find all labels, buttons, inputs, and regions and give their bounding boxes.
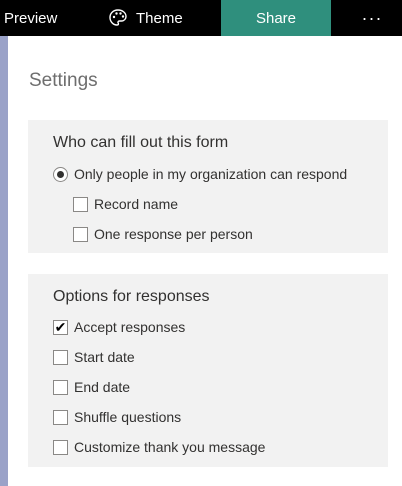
settings-panel: Settings Who can fill out this form Only… — [8, 36, 402, 486]
who-can-fill-section: Who can fill out this form Only people i… — [28, 120, 388, 253]
accept-responses-option[interactable]: ✔ Accept responses — [53, 317, 185, 337]
end-date-checkbox[interactable] — [53, 379, 68, 395]
more-options-icon[interactable]: ··· — [360, 0, 384, 36]
one-response-option[interactable]: One response per person — [73, 224, 253, 244]
record-name-label: Record name — [94, 196, 179, 212]
org-only-radio-option[interactable]: Only people in my organization can respo… — [53, 164, 347, 184]
accept-responses-checkbox[interactable]: ✔ — [53, 319, 68, 335]
preview-button[interactable]: Preview — [4, 0, 57, 36]
shuffle-questions-option[interactable]: Shuffle questions — [53, 407, 181, 427]
record-name-checkbox[interactable] — [73, 196, 88, 212]
share-label: Share — [255, 9, 297, 27]
radio-selected-dot — [57, 170, 64, 178]
start-date-label: Start date — [74, 349, 135, 365]
accept-responses-label: Accept responses — [74, 319, 186, 335]
one-response-checkbox[interactable] — [73, 226, 88, 242]
theme-button[interactable]: Theme — [108, 0, 183, 36]
checkmark-icon: ✔ — [54, 319, 67, 335]
palette-icon — [108, 8, 128, 28]
customize-thanks-option[interactable]: Customize thank you message — [53, 437, 265, 457]
theme-label: Theme — [136, 9, 183, 27]
top-toolbar: Preview Theme Share ··· — [0, 0, 402, 36]
start-date-checkbox[interactable] — [53, 349, 68, 365]
one-response-label: One response per person — [94, 226, 253, 242]
preview-label: Preview — [4, 9, 58, 27]
shuffle-questions-label: Shuffle questions — [74, 409, 182, 425]
customize-thanks-checkbox[interactable] — [53, 439, 68, 455]
end-date-label: End date — [74, 379, 131, 395]
share-button[interactable]: Share — [221, 0, 331, 36]
more-label: ··· — [361, 7, 383, 28]
record-name-option[interactable]: Record name — [73, 194, 178, 214]
response-options-heading: Options for responses — [53, 288, 210, 305]
accent-stripe — [0, 36, 8, 486]
shuffle-questions-checkbox[interactable] — [53, 409, 68, 425]
customize-thanks-label: Customize thank you message — [74, 439, 266, 455]
start-date-option[interactable]: Start date — [53, 347, 135, 367]
end-date-option[interactable]: End date — [53, 377, 130, 397]
org-only-radio[interactable] — [53, 166, 68, 182]
who-can-fill-heading: Who can fill out this form — [53, 134, 229, 151]
settings-title: Settings — [29, 70, 98, 91]
response-options-section: Options for responses ✔ Accept responses… — [28, 274, 388, 467]
org-only-label: Only people in my organization can respo… — [74, 166, 348, 182]
